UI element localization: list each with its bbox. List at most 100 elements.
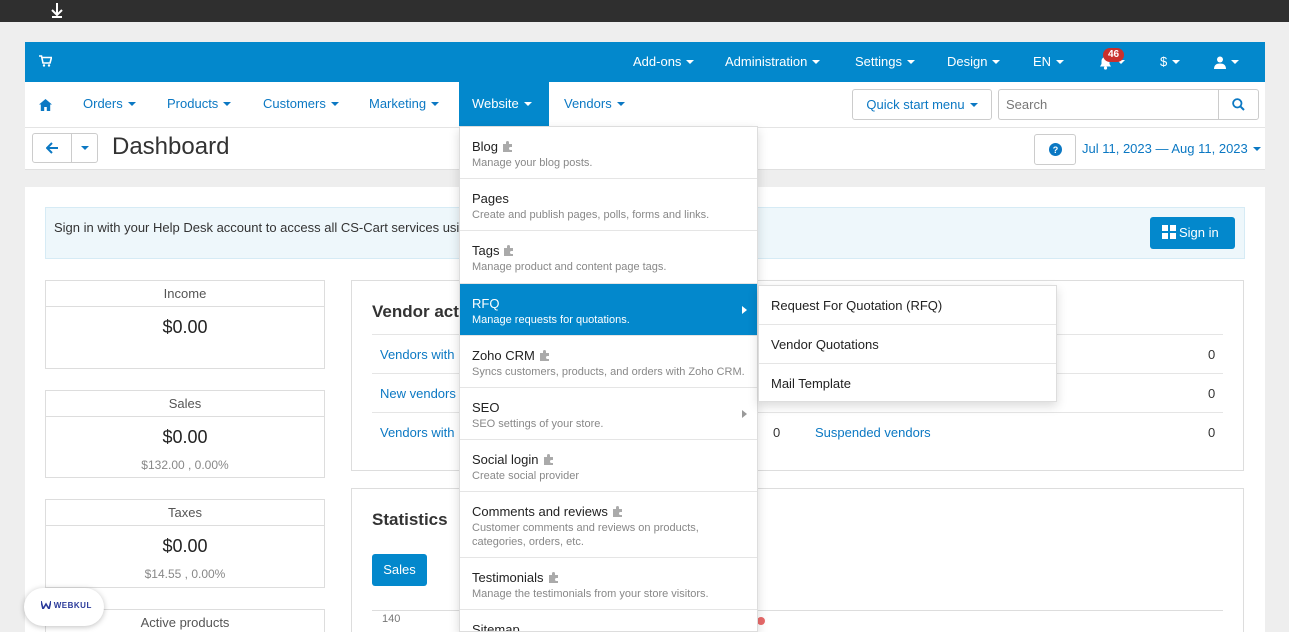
stat-value: $0.00 xyxy=(162,536,208,556)
menu-item-desc: Manage the testimonials from your store … xyxy=(472,588,709,600)
back-button[interactable] xyxy=(32,133,72,163)
vendor-activity-count: 0 xyxy=(773,425,781,440)
notification-badge: 46 xyxy=(1103,48,1125,62)
admin-top-bar: Add-ons Administration Settings Design E… xyxy=(25,42,1265,82)
chevron-down-icon xyxy=(812,59,821,64)
menu-item-seo[interactable]: SEO SEO settings of your store. xyxy=(460,388,757,440)
cart-icon[interactable] xyxy=(39,55,53,70)
page-title: Dashboard xyxy=(112,133,230,160)
help-button[interactable]: ? xyxy=(1034,134,1076,165)
chevron-down-icon xyxy=(127,101,136,106)
stat-label: Sales xyxy=(46,391,324,417)
menu-item-title: Sitemap xyxy=(472,622,520,632)
sign-in-button[interactable]: Sign in xyxy=(1150,217,1235,249)
menu-item-desc: Manage product and content page tags. xyxy=(472,261,667,273)
language-menu[interactable]: EN xyxy=(1033,42,1065,82)
nav-website[interactable]: Website xyxy=(459,82,549,126)
home-icon[interactable] xyxy=(39,82,52,128)
menu-item-desc: Syncs customers, products, and orders wi… xyxy=(472,366,745,378)
submenu-item-rfq[interactable]: Request For Quotation (RFQ) xyxy=(759,286,1056,325)
puzzle-icon xyxy=(543,454,553,465)
income-stat: Income $0.00 xyxy=(45,280,325,369)
notice-text: Sign in with your Help Desk account to a… xyxy=(54,220,460,235)
chevron-down-icon xyxy=(969,102,978,107)
chevron-down-icon xyxy=(1172,59,1181,64)
stat-sub: $132.00 , 0.00% xyxy=(141,458,229,472)
vendor-activity-count: 0 xyxy=(1208,386,1216,401)
menu-item-testimonials[interactable]: Testimonials Manage the testimonials fro… xyxy=(460,558,757,610)
chevron-down-icon xyxy=(686,59,695,64)
user-menu[interactable] xyxy=(1214,42,1239,82)
chevron-right-icon xyxy=(742,410,747,418)
stat-label: Taxes xyxy=(46,500,324,526)
website-dropdown-menu: Blog Manage your blog posts. Pages Creat… xyxy=(459,126,758,632)
arrow-left-icon xyxy=(46,142,58,154)
language-label: EN xyxy=(1033,54,1052,69)
chevron-down-icon xyxy=(1056,59,1065,64)
statistics-title: Statistics xyxy=(372,510,448,529)
date-range-picker[interactable]: Jul 11, 2023 — Aug 11, 2023 xyxy=(1082,141,1261,156)
tab-sales[interactable]: Sales xyxy=(372,554,427,586)
nav-orders[interactable]: Orders xyxy=(83,82,136,128)
menu-item-desc: Manage your blog posts. xyxy=(472,157,593,169)
webkul-widget[interactable]: WEBKUL xyxy=(24,588,104,626)
design-menu[interactable]: Design xyxy=(947,42,1001,82)
download-arrow-icon[interactable] xyxy=(50,2,64,22)
nav-products-label: Products xyxy=(167,96,219,111)
menu-item-title: Tags xyxy=(472,243,500,258)
menu-item-rfq[interactable]: RFQ Manage requests for quotations. xyxy=(460,284,757,336)
quick-start-menu-button[interactable]: Quick start menu xyxy=(852,89,992,120)
nav-vendors[interactable]: Vendors xyxy=(564,82,625,128)
chart-axis-label: 140 xyxy=(382,613,401,625)
menu-item-sitemap[interactable]: Sitemap xyxy=(460,610,757,632)
puzzle-icon xyxy=(548,572,558,583)
menu-item-title: SEO xyxy=(472,400,500,415)
stat-value: $0.00 xyxy=(162,317,208,337)
sign-in-label: Sign in xyxy=(1179,225,1219,240)
chevron-down-icon xyxy=(616,101,625,106)
submenu-item-mail-template[interactable]: Mail Template xyxy=(759,364,1056,403)
nav-customers[interactable]: Customers xyxy=(263,82,339,128)
design-label: Design xyxy=(947,54,988,69)
nav-website-label: Website xyxy=(472,96,519,111)
vendor-activity-title: Vendor acti xyxy=(372,302,464,321)
vendor-activity-link[interactable]: Vendors with xyxy=(380,425,454,440)
currency-menu[interactable]: $ xyxy=(1160,42,1181,82)
search-button[interactable] xyxy=(1218,89,1259,120)
nav-marketing[interactable]: Marketing xyxy=(369,82,440,128)
settings-menu[interactable]: Settings xyxy=(855,42,915,82)
menu-item-comments-reviews[interactable]: Comments and reviews Customer comments a… xyxy=(460,492,757,558)
nav-orders-label: Orders xyxy=(83,96,123,111)
stat-value: $0.00 xyxy=(162,427,208,447)
menu-item-pages[interactable]: Pages Create and publish pages, polls, f… xyxy=(460,179,757,231)
menu-item-tags[interactable]: Tags Manage product and content page tag… xyxy=(460,231,757,284)
administration-menu[interactable]: Administration xyxy=(725,42,821,82)
suspended-vendors-link[interactable]: Suspended vendors xyxy=(815,425,931,440)
chevron-down-icon xyxy=(523,101,532,106)
menu-item-social-login[interactable]: Social login Create social provider xyxy=(460,440,757,492)
nav-products[interactable]: Products xyxy=(167,82,232,128)
grid-icon xyxy=(1162,225,1176,239)
back-dropdown-button[interactable] xyxy=(71,133,98,163)
addons-label: Add-ons xyxy=(633,54,682,69)
taxes-stat: Taxes $0.00 $14.55 , 0.00% xyxy=(45,499,325,588)
puzzle-icon xyxy=(503,141,513,152)
submenu-item-vendor-quotations[interactable]: Vendor Quotations xyxy=(759,325,1056,364)
addons-menu[interactable]: Add-ons xyxy=(633,42,695,82)
top-strip xyxy=(0,0,1289,22)
menu-item-desc: Manage requests for quotations. xyxy=(472,314,630,326)
nav-vendors-label: Vendors xyxy=(564,96,612,111)
menu-item-title: Comments and reviews xyxy=(472,504,608,519)
vendor-activity-link[interactable]: Vendors with xyxy=(380,347,454,362)
menu-item-desc: SEO settings of your store. xyxy=(472,418,604,430)
menu-item-title: Social login xyxy=(472,452,539,467)
search-input[interactable] xyxy=(998,89,1219,120)
user-icon xyxy=(1214,56,1226,70)
chevron-down-icon xyxy=(431,101,440,106)
chevron-down-icon xyxy=(223,101,232,106)
puzzle-icon xyxy=(539,350,549,361)
menu-item-blog[interactable]: Blog Manage your blog posts. xyxy=(460,127,757,179)
vendor-activity-link[interactable]: New vendors xyxy=(380,386,456,401)
menu-item-zoho-crm[interactable]: Zoho CRM Syncs customers, products, and … xyxy=(460,336,757,388)
webkul-logo: WEBKUL xyxy=(40,600,92,612)
